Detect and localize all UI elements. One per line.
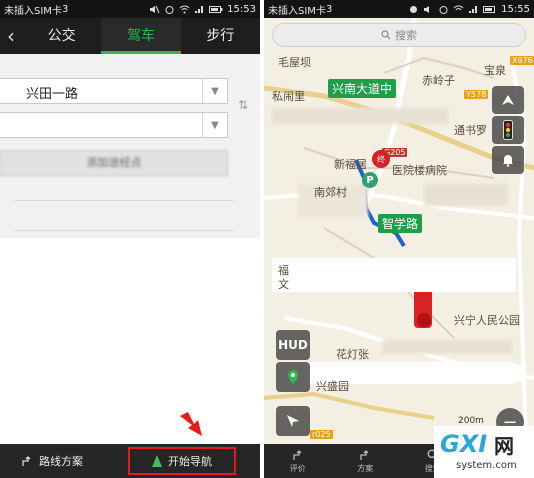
map-place-label: 通书罗 <box>454 124 487 137</box>
status-icons <box>332 5 501 14</box>
add-waypoint-button[interactable]: 添加途经点 <box>0 150 228 176</box>
plan-button[interactable]: 方案 <box>332 444 400 478</box>
map-place-label: 南郊村 <box>314 186 347 199</box>
notification-icon <box>410 5 418 13</box>
route-icon <box>293 449 302 460</box>
map-place-label: 宝泉 <box>484 64 506 77</box>
start-location-value: 兴田一路 <box>26 87 79 102</box>
plan-label: 方案 <box>357 463 374 473</box>
parking-marker-icon[interactable]: P <box>362 172 378 188</box>
blurred-region <box>382 340 512 354</box>
status-icons <box>68 5 227 14</box>
watermark-site: system.com <box>456 460 517 471</box>
battery-icon <box>209 5 223 13</box>
watermark-brand: GXI <box>440 430 488 458</box>
map-place-label: 花灯张 <box>336 348 369 361</box>
divider <box>14 230 234 231</box>
review-button[interactable]: 评价 <box>264 444 332 478</box>
destination-marker-icon[interactable]: 终 <box>372 150 390 168</box>
zoom-stub <box>508 364 524 382</box>
route-results-area <box>0 238 260 444</box>
map-place-label: 赤岭子 <box>422 74 455 87</box>
road-code-badge: r025 <box>310 430 333 439</box>
alarm-icon <box>165 5 174 14</box>
clock-label: 15:55 <box>501 3 530 15</box>
start-navigation-label: 开始导航 <box>168 455 212 468</box>
mute-icon <box>424 5 430 13</box>
scale-label: 200m <box>458 416 484 426</box>
carrier-label: 未插入SIM卡 <box>4 5 62 17</box>
back-chevron-icon[interactable]: ‹ <box>0 18 22 54</box>
hud-button[interactable]: HUD <box>276 330 310 360</box>
right-screen: 未插入SIM卡 3 15:55 搜索 毛屋坝 赤岭子 宝泉 私闹里 通书罗 新福… <box>264 0 534 478</box>
bottom-action-bar: 路线方案 开始导航 <box>0 444 260 478</box>
navigation-arrow-icon <box>152 455 162 467</box>
review-label: 评价 <box>289 463 306 473</box>
map-place-label: 私闹里 <box>272 90 305 103</box>
road-sign-label: 智学路 <box>378 214 423 233</box>
red-pointer-arrow-icon <box>180 412 202 436</box>
wifi-icon <box>453 5 464 10</box>
battery-icon <box>483 5 496 13</box>
watermark-cn: 网 <box>494 434 514 458</box>
wifi-icon <box>179 5 190 13</box>
route-icon <box>22 456 31 466</box>
road-code-badge: Y578 <box>464 90 489 99</box>
mute-icon <box>150 5 160 13</box>
chevron-down-icon[interactable]: ▼ <box>202 113 227 137</box>
map-place-label: 兴盛园 <box>316 380 349 393</box>
start-navigation-button[interactable]: 开始导航 <box>128 447 236 475</box>
route-icon <box>360 449 369 460</box>
map-search-input[interactable]: 搜索 <box>272 23 526 47</box>
status-bar: 未插入SIM卡 3 15:53 <box>0 0 260 18</box>
transport-tabs: ‹ 公交 驾车 步行 <box>0 18 260 54</box>
road-code-badge: X976 <box>510 56 534 65</box>
start-location-field[interactable]: 兴田一路 ▼ <box>0 78 228 104</box>
signal-icon <box>195 5 204 13</box>
road-sign-label: 兴南大道中 <box>328 79 397 98</box>
route-plan-button[interactable]: 路线方案 <box>0 444 104 478</box>
map-place-label: 医院楼病院 <box>392 164 447 177</box>
map-place-label: 兴宁人民公园 <box>454 314 520 327</box>
carrier-label: 未插入SIM卡 <box>268 5 326 17</box>
blurred-region <box>272 108 448 124</box>
swap-icon[interactable]: ⇅ <box>238 98 248 112</box>
alarm-icon <box>439 5 448 14</box>
location-pin-icon[interactable] <box>276 362 310 392</box>
search-icon <box>381 30 391 40</box>
search-placeholder: 搜索 <box>395 29 417 42</box>
tab-drive[interactable]: 驾车 <box>101 18 181 54</box>
map-place-label: 文 <box>278 278 289 291</box>
compass-icon[interactable] <box>492 86 524 114</box>
tab-walk[interactable]: 步行 <box>181 18 260 54</box>
traffic-light-icon[interactable] <box>492 116 524 144</box>
blurred-region <box>424 184 508 206</box>
bell-icon[interactable] <box>492 146 524 174</box>
left-screen: 未插入SIM卡 3 15:53 ‹ 公交 驾车 步行 起 兴田一路 ▼ ▼ ⇅ … <box>0 0 260 478</box>
map-place-label: 新福居 <box>334 158 367 171</box>
end-location-field[interactable]: ▼ <box>0 112 228 138</box>
map-place-label: 毛屋坝 <box>278 56 311 69</box>
tab-bus[interactable]: 公交 <box>22 18 101 54</box>
site-watermark: GXI 网 system.com <box>434 426 534 478</box>
clock-label: 15:53 <box>227 3 256 15</box>
locate-arrow-icon[interactable] <box>276 406 310 436</box>
chevron-down-icon[interactable]: ▼ <box>202 79 227 103</box>
blurred-region <box>272 258 516 292</box>
route-plan-label: 路线方案 <box>39 455 83 468</box>
divider <box>14 200 234 201</box>
signal-icon <box>469 5 478 13</box>
status-bar: 未插入SIM卡 3 15:55 <box>264 0 534 18</box>
